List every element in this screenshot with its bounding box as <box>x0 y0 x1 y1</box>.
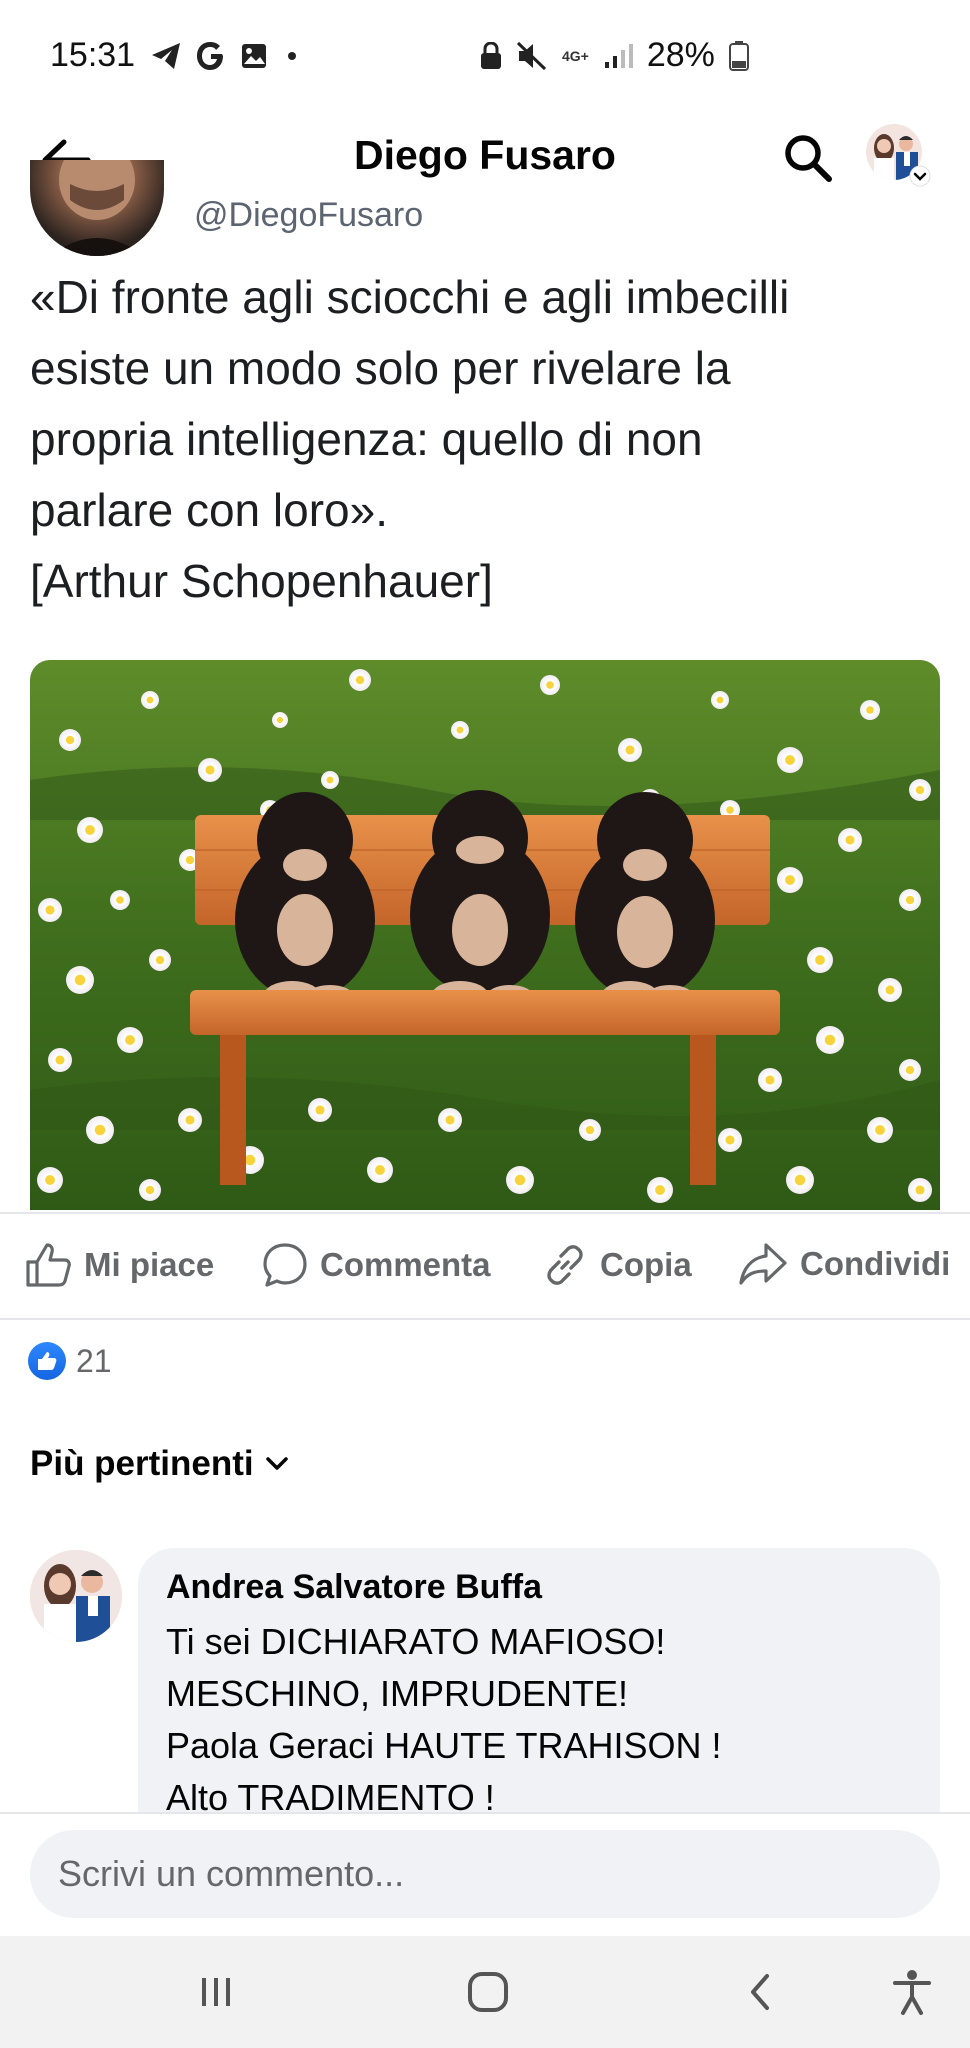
comment-button[interactable]: Commenta <box>262 1242 491 1288</box>
back-nav-button[interactable] <box>730 1962 790 2022</box>
tweet-author-avatar <box>30 160 164 256</box>
reaction-count: 21 <box>76 1342 112 1379</box>
reaction-summary[interactable]: 21 <box>28 1342 112 1380</box>
telegram-icon <box>152 43 180 69</box>
comment-text: Ti sei DICHIARATO MAFIOSO! MESCHINO, IMP… <box>166 1621 722 1818</box>
copy-button[interactable]: Copia <box>542 1242 692 1288</box>
share-label: Condividi <box>800 1245 951 1282</box>
dot-icon <box>288 52 296 60</box>
avatar <box>30 1550 122 1642</box>
post-photo[interactable] <box>30 660 940 1210</box>
post-quote-text: «Di fronte agli sciocchi e agli imbecill… <box>30 271 790 607</box>
system-nav-bar <box>0 1936 970 2048</box>
chevron-left-icon <box>751 1974 769 2010</box>
divider-bottom <box>0 1318 970 1320</box>
status-bar: 15:31 4G+ 28% <box>0 0 970 112</box>
mute-icon <box>516 41 547 70</box>
thumbs-up-icon <box>26 1243 71 1287</box>
profile-avatar-button[interactable] <box>864 120 934 190</box>
comment-composer <box>0 1812 970 1938</box>
home-button[interactable] <box>458 1962 518 2022</box>
google-icon <box>197 42 223 70</box>
like-reaction-icon <box>28 1342 66 1380</box>
link-icon <box>547 1245 583 1285</box>
comment-label: Commenta <box>320 1246 491 1283</box>
home-icon <box>468 1972 508 2012</box>
comment-author-avatar[interactable] <box>30 1550 122 1642</box>
network-type: 4G+ <box>562 47 589 64</box>
accessibility-button[interactable] <box>882 1962 942 2022</box>
profile-avatar-icon <box>866 124 931 187</box>
copy-label: Copia <box>600 1246 692 1283</box>
signal-icon <box>604 43 633 68</box>
speech-bubble-icon <box>263 1243 307 1287</box>
recent-apps-button[interactable] <box>186 1962 246 2022</box>
share-button[interactable]: Condividi <box>738 1242 950 1286</box>
comment-author-name[interactable]: Andrea Salvatore Buffa <box>166 1568 542 1607</box>
status-time: 15:31 <box>50 36 136 74</box>
search-button[interactable] <box>778 128 838 188</box>
recent-apps-icon <box>202 1978 230 2006</box>
battery-percent: 28% <box>646 36 715 74</box>
post-actions-bar: Mi piace Commenta Copia Condividi <box>0 1216 970 1316</box>
status-right: 4G+ 28% <box>480 36 749 75</box>
three-monkeys-image <box>30 660 940 1210</box>
like-label: Mi piace <box>84 1246 215 1283</box>
comment-sort-dropdown[interactable]: Più pertinenti <box>30 1444 290 1484</box>
battery-icon <box>728 40 749 71</box>
author-photo <box>50 160 144 256</box>
gallery-icon <box>242 44 266 68</box>
chevron-down-icon <box>265 1457 288 1470</box>
divider-top <box>0 1212 970 1214</box>
share-arrow-icon <box>739 1243 787 1285</box>
search-icon <box>785 135 832 182</box>
sort-label: Più pertinenti <box>30 1444 254 1483</box>
tweet-handle: @DiegoFusaro <box>194 196 424 234</box>
like-button[interactable]: Mi piace <box>24 1242 214 1288</box>
comment-input[interactable] <box>30 1830 940 1918</box>
status-left-icons <box>150 40 296 72</box>
lock-icon <box>481 41 501 69</box>
accessibility-icon <box>893 1970 931 2015</box>
